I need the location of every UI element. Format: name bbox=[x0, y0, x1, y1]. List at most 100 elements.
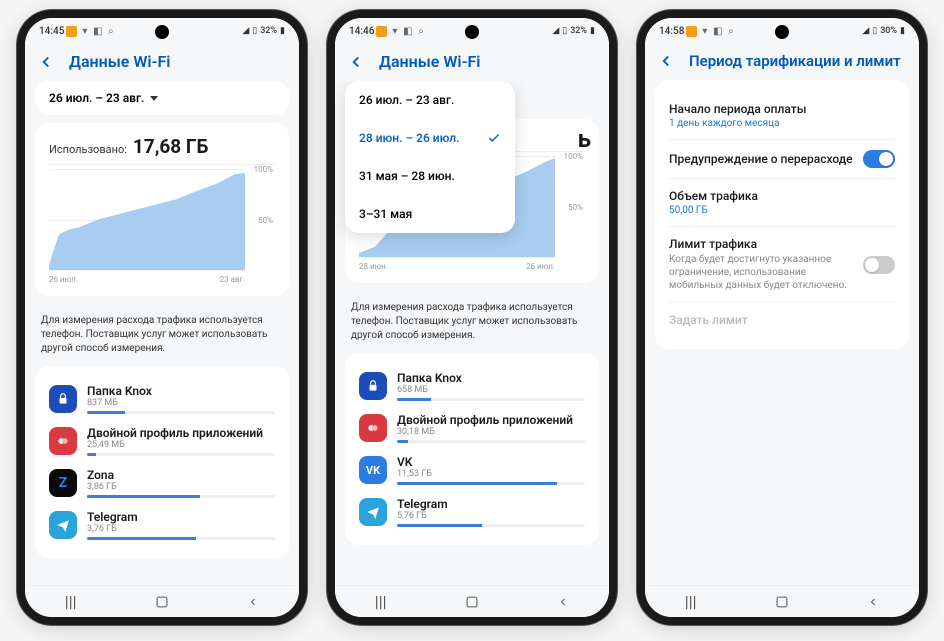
notif-icon: ▾ bbox=[79, 26, 90, 37]
back-button[interactable] bbox=[863, 592, 883, 612]
status-clock: 14:58 bbox=[659, 26, 684, 37]
app-header: Период тарификации и лимит bbox=[645, 44, 919, 80]
setting-billing-cycle[interactable]: Начало периода оплаты 1 день каждого мес… bbox=[669, 92, 895, 139]
battery-icon: ▮ bbox=[900, 26, 905, 36]
nav-bar: ||| bbox=[335, 585, 609, 617]
app-row[interactable]: Telegram 5,76 ГБ bbox=[359, 491, 585, 533]
signal-icon: ▯ bbox=[562, 26, 567, 36]
app-icon bbox=[359, 498, 387, 526]
battery-icon: ▮ bbox=[590, 26, 595, 36]
app-row[interactable]: Двойной профиль приложений 30,18 МБ bbox=[359, 407, 585, 449]
app-icon bbox=[49, 427, 77, 455]
app-name: VK bbox=[397, 455, 585, 469]
phone-right: 14:58 ▾ ◧ ⌕ ◢ ▯ 30% ▮ Период тарификации… bbox=[637, 10, 927, 625]
app-name: Папка Knox bbox=[397, 371, 585, 385]
chart-date-start: 26 июл. bbox=[49, 275, 78, 284]
usage-value: 17,68 ГБ bbox=[133, 135, 209, 158]
app-name: Telegram bbox=[87, 510, 275, 524]
app-size: 3,76 ГБ bbox=[87, 524, 275, 534]
app-row[interactable]: VK VK 11,53 ГБ bbox=[359, 449, 585, 491]
notif-icon bbox=[686, 26, 697, 37]
signal-icon: ▯ bbox=[252, 26, 257, 36]
app-name: Двойной профиль приложений bbox=[87, 426, 275, 440]
setting-volume[interactable]: Объем трафика 50,00 ГБ bbox=[669, 178, 895, 226]
notif-icon: ◧ bbox=[92, 26, 103, 37]
usage-chart: 100% 50% 26 июл. 23 авг. bbox=[49, 164, 275, 284]
app-header: Данные Wi-Fi bbox=[25, 44, 299, 81]
app-row[interactable]: Telegram 3,76 ГБ bbox=[49, 504, 275, 546]
wifi-icon: ◢ bbox=[862, 26, 869, 36]
settings-card: Начало периода оплаты 1 день каждого мес… bbox=[655, 80, 909, 349]
app-row[interactable]: Папка Knox 658 МБ bbox=[359, 365, 585, 407]
app-size: 25,49 МБ bbox=[87, 440, 275, 450]
app-list: Папка Knox 837 МБ Двойной профиль прилож… bbox=[35, 366, 289, 558]
recents-button[interactable]: ||| bbox=[681, 592, 701, 612]
back-icon[interactable] bbox=[347, 53, 365, 71]
recents-button[interactable]: ||| bbox=[371, 592, 391, 612]
page-title: Данные Wi-Fi bbox=[379, 52, 480, 71]
battery-icon: ▮ bbox=[280, 26, 285, 36]
app-name: Двойной профиль приложений bbox=[397, 413, 585, 427]
home-button[interactable] bbox=[462, 592, 482, 612]
date-range-selector[interactable]: 26 июл. – 23 авг. bbox=[35, 81, 289, 115]
app-size: 3,86 ГБ bbox=[87, 482, 275, 492]
app-row[interactable]: Двойной профиль приложений 25,49 МБ bbox=[49, 420, 275, 462]
home-button[interactable] bbox=[152, 592, 172, 612]
back-icon[interactable] bbox=[657, 52, 675, 70]
battery-pct: 32% bbox=[570, 26, 587, 36]
warning-toggle[interactable] bbox=[863, 150, 895, 168]
nav-bar: ||| bbox=[645, 585, 919, 617]
main-content: Начало периода оплаты 1 день каждого мес… bbox=[645, 80, 919, 585]
back-button[interactable] bbox=[243, 592, 263, 612]
back-button[interactable] bbox=[553, 592, 573, 612]
chart-date-end: 23 авг. bbox=[220, 275, 245, 284]
app-icon: VK bbox=[359, 456, 387, 484]
dropdown-item[interactable]: 28 июн. – 26 июл. bbox=[345, 119, 515, 157]
chart-date-start: 28 июн. bbox=[359, 262, 388, 271]
notif-icon: ◧ bbox=[402, 26, 413, 37]
dropdown-item[interactable]: 3–31 мая bbox=[345, 195, 515, 233]
dropdown-item[interactable]: 31 мая – 28 июн. bbox=[345, 157, 515, 195]
main-content: 26 июл. – 23 авг. Использовано: 17,68 ГБ… bbox=[25, 81, 299, 585]
nav-bar: ||| bbox=[25, 585, 299, 617]
usage-label: Использовано: bbox=[49, 143, 127, 156]
back-icon[interactable] bbox=[37, 53, 55, 71]
app-size: 5,76 ГБ bbox=[397, 511, 585, 521]
disclaimer-text: Для измерения расхода трафика использует… bbox=[345, 293, 599, 353]
page-title: Данные Wi-Fi bbox=[69, 52, 170, 71]
setting-limit[interactable]: Лимит трафика Когда будет достигнуто ука… bbox=[669, 226, 895, 302]
disclaimer-text: Для измерения расхода трафика использует… bbox=[35, 306, 289, 366]
app-row[interactable]: Папка Knox 837 МБ bbox=[49, 378, 275, 420]
status-clock: 14:45 bbox=[39, 26, 64, 37]
chevron-down-icon bbox=[150, 96, 158, 101]
app-icon: Z bbox=[49, 469, 77, 497]
app-row[interactable]: Z Zona 3,86 ГБ bbox=[49, 462, 275, 504]
date-range-dropdown: 26 июл. – 23 авг. 28 июн. – 26 июл. 31 м… bbox=[345, 81, 515, 233]
notif-icon: ▾ bbox=[389, 26, 400, 37]
setting-warning[interactable]: Предупреждение о перерасходе bbox=[669, 139, 895, 178]
app-size: 11,53 ГБ bbox=[397, 469, 585, 479]
dropdown-item[interactable]: 26 июл. – 23 авг. bbox=[345, 81, 515, 119]
notif-icon: ⌕ bbox=[105, 26, 116, 37]
camera-notch bbox=[155, 25, 169, 39]
wifi-icon: ◢ bbox=[552, 26, 559, 36]
status-clock: 14:46 bbox=[349, 26, 374, 37]
signal-icon: ▯ bbox=[872, 26, 877, 36]
battery-pct: 30% bbox=[880, 26, 897, 36]
app-icon bbox=[49, 385, 77, 413]
notif-icon: ▾ bbox=[699, 26, 710, 37]
notif-icon: ⌕ bbox=[415, 26, 426, 37]
notif-icon bbox=[376, 26, 387, 37]
notif-icon: ◧ bbox=[712, 26, 723, 37]
app-size: 658 МБ bbox=[397, 385, 585, 395]
phone-middle: 14:46 ▾ ◧ ⌕ ◢ ▯ 32% ▮ Данные Wi-Fi ь 100… bbox=[327, 10, 617, 625]
recents-button[interactable]: ||| bbox=[61, 592, 81, 612]
camera-notch bbox=[775, 25, 789, 39]
chart-date-end: 26 июл. bbox=[526, 262, 555, 271]
app-name: Zona bbox=[87, 468, 275, 482]
limit-toggle[interactable] bbox=[863, 256, 895, 274]
app-size: 837 МБ bbox=[87, 398, 275, 408]
camera-notch bbox=[465, 25, 479, 39]
home-button[interactable] bbox=[772, 592, 792, 612]
date-range-label: 26 июл. – 23 авг. bbox=[49, 91, 144, 105]
